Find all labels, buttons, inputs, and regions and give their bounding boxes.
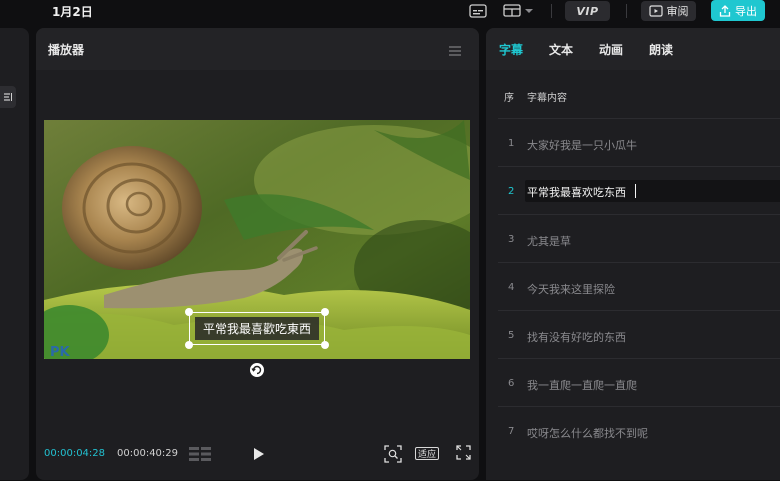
- column-header-index: 序: [504, 93, 514, 104]
- resize-handle[interactable]: [185, 341, 193, 349]
- row-text[interactable]: 我一直爬一直爬一直爬: [527, 377, 637, 393]
- row-index: 7: [508, 426, 515, 437]
- export-button[interactable]: 导出: [711, 0, 765, 21]
- review-label: 审阅: [666, 5, 689, 18]
- vip-label: VIP: [576, 4, 599, 18]
- vip-button[interactable]: VIP: [565, 1, 610, 21]
- column-header-content: 字幕内容: [527, 93, 567, 104]
- resize-handle[interactable]: [185, 308, 193, 316]
- subtitle-list: 1 大家好我是一只小瓜牛 2 平常我最喜欢吃东西 3 尤其是草 4 今天我来这里…: [498, 118, 780, 454]
- subtitle-row[interactable]: 6 我一直爬一直爬一直爬: [498, 358, 780, 406]
- resize-handle[interactable]: [321, 308, 329, 316]
- row-index: 5: [508, 330, 515, 341]
- subtitle-icon[interactable]: [467, 2, 489, 20]
- play-icon[interactable]: [253, 446, 265, 460]
- grid-icon[interactable]: [189, 446, 211, 461]
- subtitle-selection-box[interactable]: 平常我最喜歡吃東西: [189, 312, 325, 345]
- row-text[interactable]: 找有没有好吃的东西: [527, 329, 626, 345]
- fullscreen-icon[interactable]: [456, 445, 471, 460]
- subtitle-row[interactable]: 3 尤其是草: [498, 214, 780, 262]
- total-time: 00:00:40:29: [117, 448, 179, 459]
- player-title: 播放器: [48, 43, 85, 57]
- row-text[interactable]: 平常我最喜欢吃东西: [527, 184, 626, 200]
- subtitle-row-active[interactable]: 2 平常我最喜欢吃东西: [498, 166, 780, 214]
- menu-icon[interactable]: [448, 42, 462, 56]
- row-text[interactable]: 尤其是草: [527, 233, 571, 249]
- panel-footer: [486, 448, 780, 480]
- row-index: 4: [508, 282, 515, 293]
- tab-subtitle[interactable]: 字幕: [499, 41, 523, 58]
- layout-icon[interactable]: [500, 2, 536, 20]
- export-icon: [719, 4, 731, 17]
- fit-frame-icon[interactable]: [384, 445, 402, 463]
- player-panel: 播放器 PK 平常我最喜歡吃東西 00:00:04:28 00:00:40:29…: [36, 28, 479, 480]
- review-button[interactable]: 审阅: [641, 1, 696, 21]
- row-index: 2: [508, 186, 515, 197]
- subtitle-row[interactable]: 5 找有没有好吃的东西: [498, 310, 780, 358]
- project-date: 1月2日: [52, 5, 93, 19]
- filter-icon[interactable]: [0, 86, 16, 108]
- export-label: 导出: [735, 4, 757, 18]
- tab-animation[interactable]: 动画: [599, 41, 623, 58]
- subtitle-row[interactable]: 1 大家好我是一只小瓜牛: [498, 118, 780, 166]
- fit-label: 适应: [417, 450, 436, 460]
- subtitle-row[interactable]: 7 哎呀怎么什么都找不到呢: [498, 406, 780, 454]
- row-index: 1: [508, 138, 515, 149]
- review-icon: [648, 5, 663, 17]
- divider: [551, 4, 552, 18]
- resize-handle[interactable]: [321, 341, 329, 349]
- current-time: 00:00:04:28: [44, 448, 106, 459]
- divider: [626, 4, 627, 18]
- row-text[interactable]: 大家好我是一只小瓜牛: [527, 137, 637, 153]
- row-text[interactable]: 今天我来这里探险: [527, 281, 615, 297]
- row-index: 6: [508, 378, 515, 389]
- top-bar: 1月2日 VIP 审阅 导出: [0, 0, 780, 26]
- rotate-icon[interactable]: [249, 362, 265, 378]
- svg-text:PK: PK: [50, 345, 71, 359]
- fit-button[interactable]: 适应: [415, 447, 439, 460]
- subtitle-tabs: 字幕 文本 动画 朗读: [486, 28, 780, 70]
- row-text[interactable]: 哎呀怎么什么都找不到呢: [527, 425, 648, 441]
- tab-text[interactable]: 文本: [549, 41, 573, 58]
- subtitle-row[interactable]: 4 今天我来这里探险: [498, 262, 780, 310]
- subtitle-overlay-text[interactable]: 平常我最喜歡吃東西: [194, 317, 319, 340]
- text-caret: [635, 184, 636, 198]
- player-header: 播放器: [36, 28, 479, 70]
- row-index: 3: [508, 234, 515, 245]
- subtitle-panel: 字幕 文本 动画 朗读 序 字幕内容 1 大家好我是一只小瓜牛 2 平常我最喜欢…: [486, 28, 780, 480]
- tab-read-aloud[interactable]: 朗读: [649, 41, 673, 58]
